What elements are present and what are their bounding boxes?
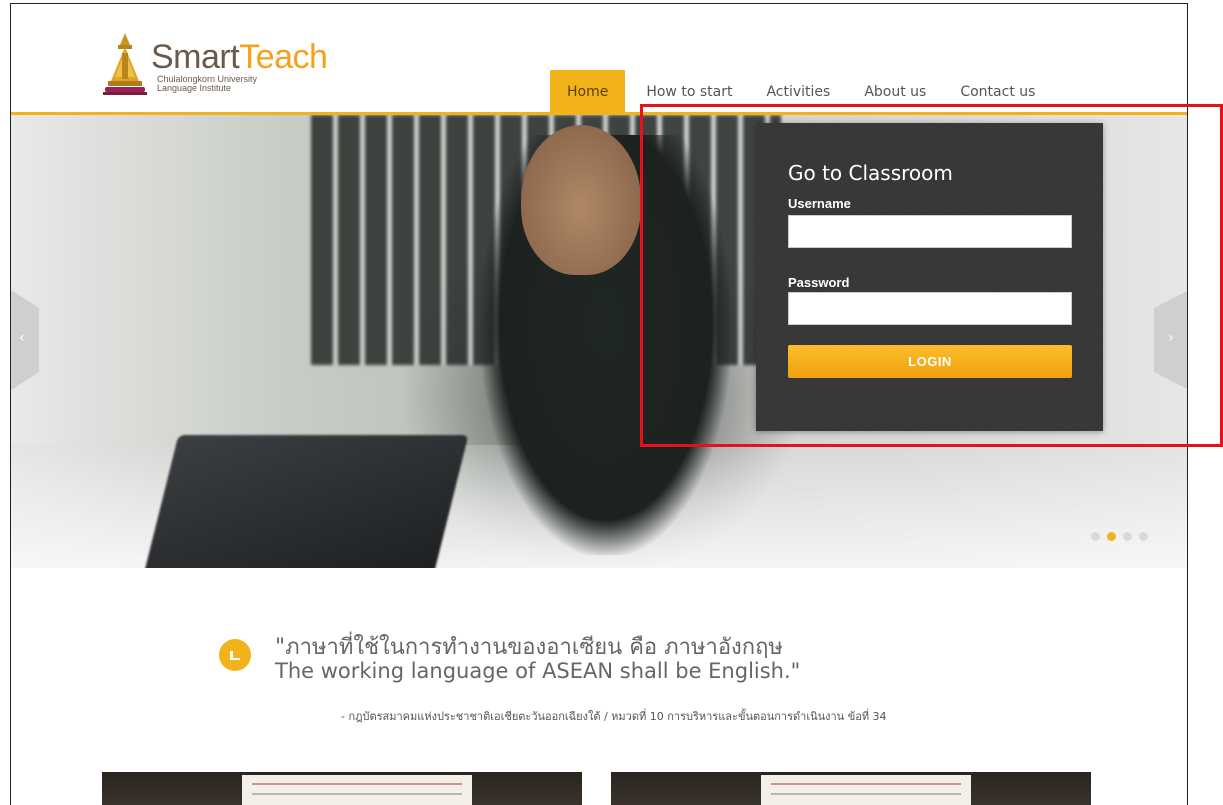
quote-source: - กฎบัตรสมาคมแห่งประชาชาติเอเชียตะวันออก… bbox=[341, 710, 887, 723]
slider-dot-2[interactable] bbox=[1107, 532, 1116, 541]
quote-english-line: The working language of ASEAN shall be E… bbox=[275, 659, 801, 683]
logo-subtitle: Chulalongkorn University Language Instit… bbox=[157, 75, 257, 93]
hero-photo-laptop bbox=[143, 435, 469, 568]
activity-thumbnail-2[interactable] bbox=[611, 772, 1091, 805]
banner-text-line bbox=[771, 793, 961, 795]
site-logo[interactable]: SmartTeach Chulalongkorn University Lang… bbox=[103, 29, 343, 99]
logo-word-teach: Teach bbox=[239, 38, 328, 76]
slider-pagination bbox=[1091, 532, 1148, 541]
chula-emblem-icon bbox=[103, 33, 147, 95]
quote-glyph-icon bbox=[230, 651, 240, 660]
banner-text-line bbox=[771, 783, 961, 785]
site-header: SmartTeach Chulalongkorn University Lang… bbox=[11, 4, 1187, 115]
slider-dot-3[interactable] bbox=[1123, 532, 1132, 541]
thumbnail-banner bbox=[242, 775, 472, 805]
banner-text-line bbox=[252, 783, 462, 785]
thumbnail-banner bbox=[761, 775, 971, 805]
chevron-left-icon: ‹ bbox=[19, 330, 25, 346]
login-highlight-box bbox=[640, 104, 1223, 447]
logo-subtitle-line2: Language Institute bbox=[157, 83, 232, 93]
logo-word-smart: Smart bbox=[151, 38, 240, 76]
slider-dot-1[interactable] bbox=[1091, 532, 1100, 541]
nav-home[interactable]: Home bbox=[550, 70, 626, 112]
slider-dot-4[interactable] bbox=[1139, 532, 1148, 541]
logo-wordmark: SmartTeach bbox=[151, 38, 328, 76]
hero-photo-head bbox=[521, 125, 641, 275]
banner-text-line bbox=[252, 793, 462, 795]
slider-prev-button[interactable]: ‹ bbox=[11, 290, 39, 390]
activity-thumbnail-1[interactable] bbox=[102, 772, 582, 805]
quote-icon bbox=[219, 639, 251, 671]
